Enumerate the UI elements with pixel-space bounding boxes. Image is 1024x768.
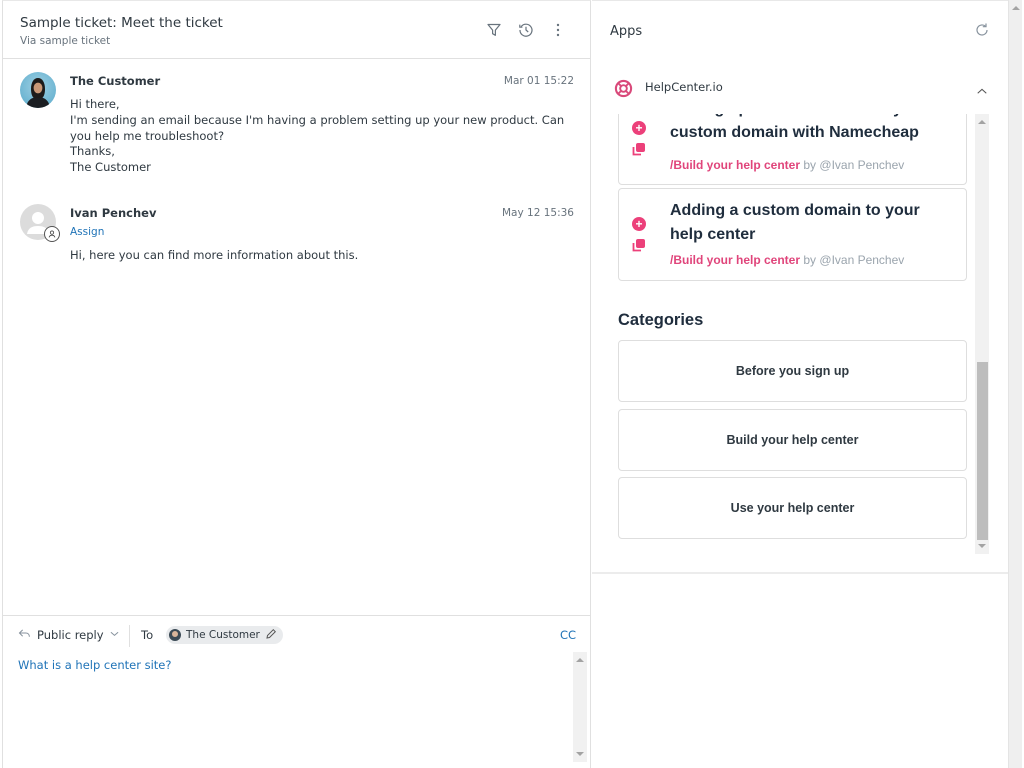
composer-scrollbar[interactable] bbox=[573, 652, 587, 762]
ticket-title: Sample ticket: Meet the ticket bbox=[20, 15, 223, 31]
assignee-icon bbox=[44, 226, 60, 242]
apps-panel: Apps HelpCenter.io + Setting up the DNS … bbox=[592, 0, 1008, 768]
filter-icon[interactable] bbox=[485, 21, 503, 39]
article-author: by @Ivan Penchev bbox=[803, 158, 905, 172]
message-author[interactable]: The Customer bbox=[70, 74, 160, 88]
message-body: Hi there, I'm sending an email because I… bbox=[70, 97, 570, 176]
reply-type-label: Public reply bbox=[37, 628, 104, 642]
scroll-down-arrow-icon[interactable] bbox=[576, 752, 584, 756]
copy-link-icon[interactable] bbox=[631, 141, 647, 157]
refresh-icon[interactable] bbox=[974, 22, 990, 38]
more-options-icon[interactable] bbox=[549, 21, 567, 39]
reply-type-dropdown[interactable]: Public reply bbox=[18, 628, 119, 642]
ticket-pane: Sample ticket: Meet the ticket Via sampl… bbox=[2, 0, 591, 768]
divider bbox=[592, 572, 1008, 574]
recipient-pill[interactable]: The Customer bbox=[166, 626, 283, 644]
app-name[interactable]: HelpCenter.io bbox=[645, 80, 723, 94]
ticket-header: Sample ticket: Meet the ticket Via sampl… bbox=[3, 1, 590, 59]
add-article-icon[interactable]: + bbox=[632, 217, 646, 231]
recipient-name: The Customer bbox=[186, 629, 260, 641]
message-author[interactable]: Ivan Penchev bbox=[70, 206, 156, 220]
article-author: by @Ivan Penchev bbox=[803, 253, 905, 267]
reply-arrow-icon bbox=[18, 628, 31, 642]
category-card[interactable]: Use your help center bbox=[618, 477, 967, 539]
edit-pencil-icon[interactable] bbox=[265, 628, 277, 643]
scrollbar-thumb[interactable] bbox=[977, 362, 988, 540]
reply-composer: Public reply To The Customer CC What is … bbox=[3, 615, 590, 768]
apps-title: Apps bbox=[610, 24, 643, 39]
scroll-up-arrow-icon[interactable] bbox=[576, 658, 584, 662]
cc-button[interactable]: CC bbox=[560, 628, 576, 642]
page-scrollbar[interactable] bbox=[1008, 0, 1022, 768]
ticket-channel: Via sample ticket bbox=[20, 35, 111, 47]
message-line: Thanks, bbox=[70, 144, 115, 159]
scroll-up-arrow-icon[interactable] bbox=[1012, 6, 1020, 10]
message-line: Hi, here you can find more information a… bbox=[70, 248, 359, 262]
message-time: Mar 01 15:22 bbox=[503, 75, 574, 87]
app-frame-scrollbar[interactable] bbox=[975, 114, 989, 554]
category-card[interactable]: Build your help center bbox=[618, 409, 967, 471]
add-article-icon[interactable]: + bbox=[632, 121, 646, 135]
recipient-avatar bbox=[169, 629, 181, 641]
article-title[interactable]: Setting up the DNS record of your custom… bbox=[670, 114, 955, 145]
article-card[interactable]: + Adding a custom domain to your help ce… bbox=[618, 188, 967, 281]
article-card[interactable]: + Setting up the DNS record of your cust… bbox=[618, 114, 967, 185]
article-category-link[interactable]: /Build your help center bbox=[670, 158, 800, 172]
message-line: The Customer bbox=[70, 160, 151, 175]
article-title[interactable]: Adding a custom domain to your help cent… bbox=[670, 199, 955, 247]
message-time: May 12 15:36 bbox=[501, 207, 574, 219]
scroll-down-arrow-icon[interactable] bbox=[978, 544, 986, 548]
to-label: To bbox=[141, 628, 154, 642]
categories-heading: Categories bbox=[618, 311, 704, 329]
copy-link-icon[interactable] bbox=[631, 237, 647, 253]
article-category-link[interactable]: /Build your help center bbox=[670, 253, 800, 267]
helpcenter-lifebuoy-icon bbox=[614, 79, 633, 98]
category-card[interactable]: Before you sign up bbox=[618, 340, 967, 402]
customer-avatar[interactable] bbox=[20, 72, 56, 108]
scroll-up-arrow-icon[interactable] bbox=[978, 120, 986, 124]
history-icon[interactable] bbox=[517, 21, 535, 39]
reply-textarea[interactable]: What is a help center site? bbox=[18, 658, 568, 672]
message-line: I'm sending an email because I'm having … bbox=[70, 112, 565, 143]
message-body: Hi, here you can find more information a… bbox=[70, 248, 570, 264]
assign-link[interactable]: Assign bbox=[70, 226, 104, 238]
article-meta: /Build your help center by @Ivan Penchev bbox=[670, 253, 904, 267]
divider bbox=[129, 625, 130, 647]
chevron-down-icon bbox=[110, 630, 119, 640]
helpcenter-app-frame: + Setting up the DNS record of your cust… bbox=[610, 114, 990, 554]
chevron-up-icon[interactable] bbox=[976, 81, 990, 94]
message-line: Hi there, bbox=[70, 97, 120, 111]
article-meta: /Build your help center by @Ivan Penchev bbox=[670, 158, 904, 172]
